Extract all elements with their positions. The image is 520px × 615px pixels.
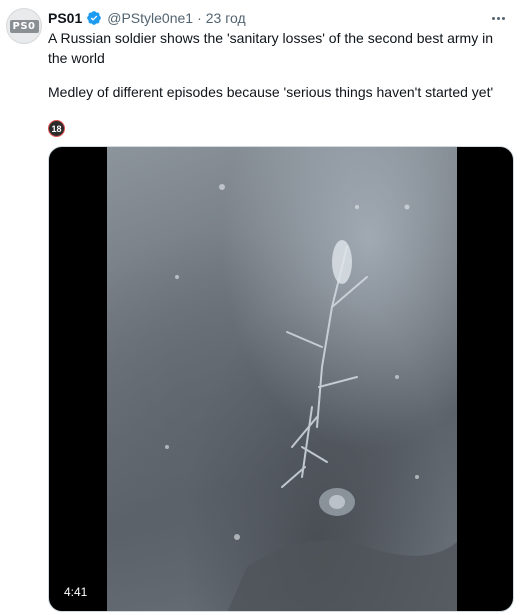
- age-restriction-icon: 18: [48, 120, 65, 137]
- tweet-header: PS01 @PStyle0ne1 · 23 год: [48, 9, 490, 27]
- video-player[interactable]: 4:41: [48, 146, 514, 612]
- video-still-image: [165, 184, 457, 611]
- avatar-logo: PS0: [9, 19, 39, 33]
- display-name[interactable]: PS01: [48, 10, 82, 26]
- tweet-text-line-2: Medley of different episodes because 'se…: [48, 84, 494, 100]
- separator-dot: ·: [197, 10, 202, 26]
- tweet[interactable]: PS0 PS01 @PStyle0ne1 · 23 год A Russian …: [0, 0, 520, 615]
- tweet-text-line-1: A Russian soldier shows the 'sanitary lo…: [48, 30, 494, 66]
- video-duration: 4:41: [59, 583, 93, 601]
- timestamp[interactable]: 23 год: [206, 10, 246, 26]
- more-button[interactable]: [488, 8, 508, 28]
- more-icon: [491, 16, 506, 20]
- video-frame: [107, 147, 457, 611]
- avatar[interactable]: PS0: [6, 8, 42, 44]
- age-restriction-label: 18: [51, 123, 62, 134]
- user-handle[interactable]: @PStyle0ne1: [107, 10, 193, 26]
- verified-icon: [86, 10, 102, 26]
